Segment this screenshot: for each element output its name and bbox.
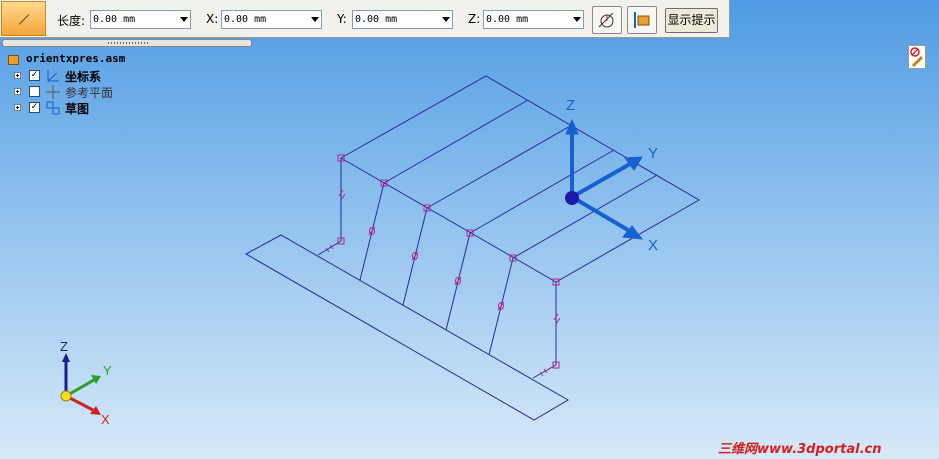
mini-triad-z-label: Z: [60, 339, 68, 354]
mini-triad-y-label: Y: [103, 363, 112, 378]
mini-triad-x-label: X: [101, 412, 110, 427]
dropdown-arrow-icon[interactable]: [180, 17, 188, 22]
z-value: 0.00 mm: [486, 14, 529, 25]
tree-root-label: orientxpres.asm: [26, 52, 126, 65]
triad-x-label: X: [648, 237, 658, 254]
tree-item-label: 草图: [65, 102, 90, 116]
coordinate-system-icon: [47, 70, 59, 82]
angle-icon: [598, 12, 614, 28]
z-input[interactable]: 0.00 mm: [483, 10, 584, 29]
z-label: Z:: [468, 12, 481, 26]
length-input[interactable]: 0.00 mm: [90, 10, 191, 29]
visibility-checkbox[interactable]: ✓: [29, 70, 40, 81]
x-value: 0.00 mm: [224, 14, 267, 25]
triad-z-label: Z: [566, 97, 575, 114]
reference-plane-icon: [46, 85, 60, 99]
graphics-viewport[interactable]: Z Y X Z Y X orientxpres.asm ✓ 坐标系 参考平面 ✓…: [0, 0, 939, 459]
mini-triad: [60, 353, 101, 415]
constraint-markers: [325, 154, 561, 377]
triad-z-arrow: [565, 118, 579, 197]
projection-icon: [634, 12, 650, 28]
sketch-top-face: [340, 75, 700, 283]
projection-button[interactable]: [627, 6, 657, 34]
show-hints-button[interactable]: 显示提示: [665, 8, 718, 33]
watermark: 三维网www.3dportal.cn: [718, 442, 882, 457]
sketch-connectors: [317, 158, 557, 379]
y-input[interactable]: 0.00 mm: [352, 10, 453, 29]
triad-origin: [565, 191, 579, 205]
sketch-bottom-strip: [244, 234, 569, 421]
length-value: 0.00 mm: [93, 14, 136, 25]
assembly-icon: [8, 55, 19, 65]
expand-icon[interactable]: [14, 88, 21, 95]
triad-y-label: Y: [648, 145, 658, 162]
angle-options-button[interactable]: [592, 6, 622, 34]
edit-pencil-icon[interactable]: [908, 45, 926, 69]
pathfinder-splitter[interactable]: [2, 39, 252, 47]
visibility-checkbox[interactable]: [29, 86, 40, 97]
sketch-geometry[interactable]: Z Y X Z Y X: [0, 0, 939, 459]
tree-item-label: 参考平面: [65, 86, 114, 100]
sketch-icon: [46, 101, 60, 115]
y-value: 0.00 mm: [355, 14, 398, 25]
length-label: 长度:: [57, 14, 86, 28]
dropdown-arrow-icon[interactable]: [311, 17, 319, 22]
visibility-checkbox[interactable]: ✓: [29, 102, 40, 113]
dropdown-arrow-icon[interactable]: [442, 17, 450, 22]
expand-icon[interactable]: [14, 72, 21, 79]
line-tool-button[interactable]: [1, 1, 46, 36]
dropdown-arrow-icon[interactable]: [573, 17, 581, 22]
tree-item-label: 坐标系: [65, 70, 102, 84]
y-label: Y:: [337, 12, 347, 26]
x-label: X:: [206, 12, 219, 26]
expand-icon[interactable]: [14, 104, 21, 111]
x-input[interactable]: 0.00 mm: [221, 10, 322, 29]
command-bar: 长度: 0.00 mm X: 0.00 mm Y: 0.00 mm Z: 0.0…: [0, 0, 730, 38]
triad-y-arrow: [571, 156, 643, 199]
splitter-grip-icon[interactable]: [108, 42, 148, 44]
